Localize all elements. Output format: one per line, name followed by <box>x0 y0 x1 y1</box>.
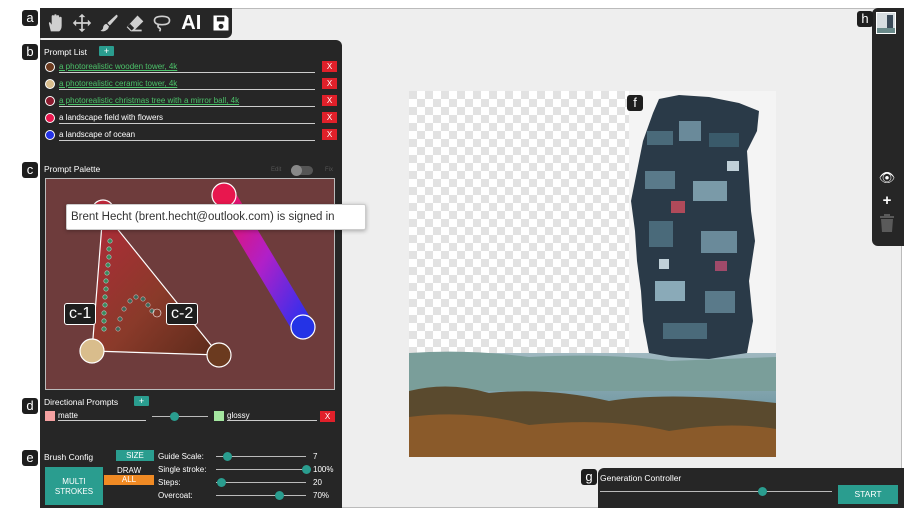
prompt-color-dot[interactable] <box>45 62 55 72</box>
label-c: c <box>22 162 38 178</box>
multi-strokes-line-2: STROKES <box>54 487 94 496</box>
prompt-text[interactable]: a landscape field with flowers <box>59 113 315 124</box>
save-icon[interactable] <box>209 11 232 35</box>
delete-prompt-button[interactable]: X <box>322 129 337 140</box>
overcoat-knob[interactable] <box>275 491 284 500</box>
guide-scale-knob[interactable] <box>222 452 232 461</box>
steps-label: Steps: <box>158 478 181 487</box>
matte-prompt-text[interactable]: matte <box>58 411 146 421</box>
prompt-item[interactable]: a photorealistic christmas tree with a m… <box>45 94 337 110</box>
ai-icon[interactable]: AI <box>177 11 205 35</box>
prompt-color-dot[interactable] <box>45 113 55 123</box>
steps-knob[interactable] <box>216 478 226 487</box>
generation-slider-track[interactable] <box>600 491 832 492</box>
prompt-item[interactable]: a photorealistic ceramic tower, 4k X <box>45 77 337 93</box>
glossy-color-swatch[interactable] <box>214 411 224 421</box>
matte-color-swatch[interactable] <box>45 411 55 421</box>
add-directional-prompt-button[interactable]: + <box>134 396 149 406</box>
single-stroke-label: Single stroke: <box>158 465 207 474</box>
single-stroke-value: 100% <box>313 465 334 474</box>
guide-scale-value: 7 <box>313 452 318 461</box>
size-button[interactable]: SIZE <box>116 450 154 461</box>
delete-prompt-button[interactable]: X <box>322 112 337 123</box>
delete-prompt-button[interactable]: X <box>322 78 337 89</box>
brush-icon[interactable] <box>97 11 120 35</box>
overcoat-slider[interactable] <box>216 495 306 496</box>
prompt-item[interactable]: a photorealistic wooden tower, 4k X <box>45 60 337 76</box>
steps-value: 20 <box>313 478 322 487</box>
hand-icon[interactable] <box>44 11 67 35</box>
generation-controller-title: Generation Controller <box>600 473 682 483</box>
label-b: b <box>22 44 38 60</box>
eye-icon[interactable]: 👁 <box>877 170 897 186</box>
edit-fix-toggle[interactable] <box>291 165 313 176</box>
palette-node-ocean[interactable] <box>290 314 316 340</box>
prompt-text[interactable]: a photorealistic christmas tree with a m… <box>59 96 315 107</box>
prompt-text[interactable]: a photorealistic ceramic tower, 4k <box>59 79 315 90</box>
prompt-list: a photorealistic wooden tower, 4k X a ph… <box>42 60 340 150</box>
right-panel <box>872 8 904 246</box>
layer-thumbnail[interactable] <box>876 12 896 34</box>
overcoat-label: Overcoat: <box>158 491 193 500</box>
label-f: f <box>627 95 643 111</box>
delete-prompt-button[interactable]: X <box>322 95 337 106</box>
signed-in-tooltip: Brent Hecht (brent.hecht@outlook.com) is… <box>66 204 366 230</box>
label-h: h <box>857 11 873 27</box>
prompt-color-dot[interactable] <box>45 79 55 89</box>
brush-config-title: Brush Config <box>44 452 94 462</box>
delete-directional-prompt-button[interactable]: X <box>320 411 335 422</box>
prompt-text[interactable]: a photorealistic wooden tower, 4k <box>59 62 315 73</box>
palette-node-ceramic[interactable] <box>79 338 105 364</box>
steps-slider[interactable] <box>216 482 306 483</box>
prompt-item[interactable]: a landscape of ocean X <box>45 128 337 144</box>
prompt-color-dot[interactable] <box>45 130 55 140</box>
trash-icon[interactable] <box>879 214 895 232</box>
single-stroke-knob[interactable] <box>302 465 311 474</box>
label-d: d <box>22 398 38 414</box>
toggle-fix-label: Fix <box>325 167 333 173</box>
prompt-text[interactable]: a landscape of ocean <box>59 130 315 141</box>
prompt-palette-title: Prompt Palette <box>44 164 101 174</box>
toggle-edit-label: Edit <box>271 167 282 173</box>
overcoat-value: 70% <box>313 491 330 500</box>
directional-prompts-title: Directional Prompts <box>44 397 119 407</box>
prompt-list-title: Prompt List <box>44 47 87 57</box>
delete-prompt-button[interactable]: X <box>322 61 337 72</box>
start-button[interactable]: START <box>838 485 898 504</box>
add-prompt-button[interactable]: + <box>99 46 114 56</box>
palette-node-wooden[interactable] <box>206 342 232 368</box>
prompt-item[interactable]: a landscape field with flowers X <box>45 111 337 127</box>
draw-label: DRAW <box>117 466 142 475</box>
multi-strokes-button[interactable]: MULTI STROKES <box>45 467 103 505</box>
label-a: a <box>22 10 38 26</box>
direction-slider-track[interactable] <box>152 416 208 417</box>
guide-scale-label: Guide Scale: <box>158 452 204 461</box>
label-c1: c-1 <box>64 303 97 325</box>
label-e: e <box>22 450 38 466</box>
palette-triangle[interactable] <box>91 209 221 356</box>
add-layer-icon[interactable]: + <box>880 193 894 209</box>
generated-image[interactable] <box>409 91 776 457</box>
generated-tower <box>631 95 759 359</box>
lasso-icon[interactable] <box>151 11 174 35</box>
draw-all-button[interactable]: ALL <box>104 475 154 485</box>
toggle-knob[interactable] <box>291 165 302 176</box>
single-stroke-slider[interactable] <box>216 469 306 470</box>
label-c2: c-2 <box>166 303 199 325</box>
toolbar: AI <box>40 8 232 38</box>
move-icon[interactable] <box>71 11 94 35</box>
glossy-prompt-text[interactable]: glossy <box>227 411 317 421</box>
label-g: g <box>581 469 597 485</box>
eraser-icon[interactable] <box>124 11 147 35</box>
multi-strokes-line-1: MULTI <box>62 477 86 486</box>
prompt-color-dot[interactable] <box>45 96 55 106</box>
